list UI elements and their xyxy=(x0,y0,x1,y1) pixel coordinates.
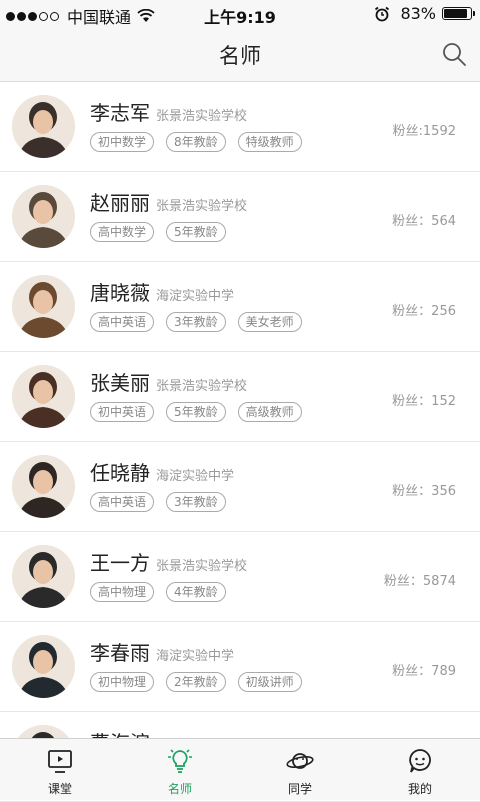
tab-teachers[interactable]: 名师 xyxy=(140,747,220,797)
teacher-school: 海淀实验中学 xyxy=(156,649,235,664)
lightbulb-icon xyxy=(168,749,192,773)
teacher-tag: 高中英语 xyxy=(90,492,155,512)
teacher-fans-count: 粉丝：256 xyxy=(392,304,456,319)
teacher-row[interactable]: 任晓静 海淀实验中学 高中英语 3年教龄 粉丝：356 xyxy=(0,442,480,532)
teacher-tags: 高中数学 5年教龄 xyxy=(90,222,238,242)
teacher-fans-count: 粉丝：564 xyxy=(392,214,456,229)
teacher-tag: 美女老师 xyxy=(237,312,302,332)
teacher-school: 海淀实验中学 xyxy=(156,469,235,484)
nav-bar: 名师 xyxy=(0,27,480,82)
teacher-fans-count: 粉丝：152 xyxy=(392,394,456,409)
tab-classmates[interactable]: 同学 xyxy=(260,747,340,797)
teacher-tag: 高中物理 xyxy=(90,582,155,602)
teacher-name: 王一方 xyxy=(90,551,150,575)
teacher-tag: 3年教龄 xyxy=(166,492,226,512)
teacher-tags: 初中英语 5年教龄 高级教师 xyxy=(90,402,314,422)
planet-icon xyxy=(286,753,314,769)
teacher-row[interactable]: 张美丽 张景浩实验学校 初中英语 5年教龄 高级教师 粉丝：152 xyxy=(0,352,480,442)
teacher-avatar[interactable] xyxy=(12,455,75,518)
teacher-tag: 高中数学 xyxy=(90,222,155,242)
teacher-tag: 高中英语 xyxy=(90,312,155,332)
teacher-tag: 初中物理 xyxy=(90,672,155,692)
battery-icon xyxy=(442,7,475,20)
teacher-tags: 高中英语 3年教龄 xyxy=(90,492,238,512)
teacher-fans-count: 粉丝：356 xyxy=(392,484,456,499)
teacher-avatar[interactable] xyxy=(12,635,75,698)
tab-teachers-label: 名师 xyxy=(167,782,192,796)
monitor-icon xyxy=(48,750,72,773)
teacher-tags: 初中物理 2年教龄 初级讲师 xyxy=(90,672,314,692)
teacher-school: 张景浩实验学校 xyxy=(156,109,248,124)
teacher-avatar[interactable] xyxy=(12,185,75,248)
alarm-clock-icon xyxy=(375,6,390,21)
teacher-list[interactable]: 李志军 张景浩实验学校 初中数学 8年教龄 特级教师 粉丝:1592 赵丽丽 张景浩实验学校高… xyxy=(0,82,480,802)
tab-classroom[interactable]: 课堂 xyxy=(20,747,100,797)
teacher-name: 赵丽丽 xyxy=(90,191,150,215)
status-right: 83% xyxy=(374,4,475,23)
teacher-school: 张景浩实验学校 xyxy=(156,199,248,214)
page-title: 名师 xyxy=(219,44,261,68)
teacher-row[interactable]: 李志军 张景浩实验学校 初中数学 8年教龄 特级教师 粉丝:1592 xyxy=(0,82,480,172)
tab-me-label: 我的 xyxy=(407,782,432,796)
teacher-tag: 5年教龄 xyxy=(166,222,226,242)
teacher-avatar[interactable] xyxy=(12,95,75,158)
teacher-tag: 初中英语 xyxy=(90,402,155,422)
teacher-tags: 高中物理 4年教龄 xyxy=(90,582,238,602)
teacher-name: 李春雨 xyxy=(90,641,150,665)
teacher-avatar[interactable] xyxy=(12,545,75,608)
teacher-tag: 3年教龄 xyxy=(166,312,226,332)
teacher-tag: 初中数学 xyxy=(90,132,155,152)
teacher-school: 张景浩实验学校 xyxy=(156,379,248,394)
teacher-fans-count: 粉丝：789 xyxy=(392,664,456,679)
teacher-avatar[interactable] xyxy=(12,275,75,338)
teacher-tag: 特级教师 xyxy=(237,132,302,152)
search-icon[interactable] xyxy=(440,40,468,68)
teacher-row[interactable]: 王一方 张景浩实验学校 高中物理 4年教龄 粉丝：5874 xyxy=(0,532,480,622)
teacher-tag: 高级教师 xyxy=(237,402,302,422)
teacher-name: 唐晓薇 xyxy=(90,281,150,305)
battery-percent: 83% xyxy=(400,4,436,23)
teacher-tag: 4年教龄 xyxy=(166,582,226,602)
status-bar: 中国联通 上午9:19 83% xyxy=(0,0,480,27)
teacher-row[interactable]: 李春雨 海淀实验中学 初中物理 2年教龄 初级讲师 粉丝：789 xyxy=(0,622,480,712)
teacher-fans-count: 粉丝:1592 xyxy=(392,124,456,139)
teacher-fans-count: 粉丝：5874 xyxy=(383,574,456,589)
teacher-row[interactable]: 赵丽丽 张景浩实验学校 高中数学 5年教龄 粉丝：564 xyxy=(0,172,480,262)
teacher-name: 李志军 xyxy=(90,101,150,125)
teacher-row[interactable]: 唐晓薇 海淀实验中学 高中英语 3年教龄 美女老师 粉丝：256 xyxy=(0,262,480,352)
tab-me[interactable]: 我的 xyxy=(380,747,460,797)
teacher-name: 任晓静 xyxy=(90,461,150,485)
teacher-tag: 5年教龄 xyxy=(166,402,226,422)
teacher-name: 张美丽 xyxy=(90,371,150,395)
teacher-school: 海淀实验中学 xyxy=(156,289,235,304)
teacher-tag: 2年教龄 xyxy=(166,672,226,692)
teacher-tags: 初中数学 8年教龄 特级教师 xyxy=(90,132,314,152)
teacher-school: 张景浩实验学校 xyxy=(156,559,248,574)
tab-bar: 课堂 名师 同学 我的 xyxy=(0,738,480,800)
teacher-tags: 高中英语 3年教龄 美女老师 xyxy=(90,312,314,332)
teacher-avatar[interactable] xyxy=(12,365,75,428)
teacher-tag: 8年教龄 xyxy=(166,132,226,152)
teacher-tag: 初级讲师 xyxy=(237,672,302,692)
tab-classroom-label: 课堂 xyxy=(47,782,72,796)
chat-face-icon xyxy=(409,749,431,773)
tab-classmates-label: 同学 xyxy=(287,782,312,796)
